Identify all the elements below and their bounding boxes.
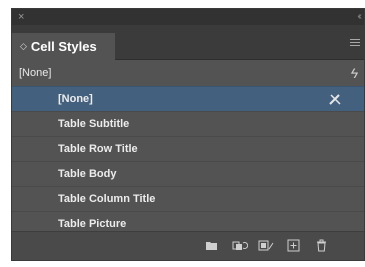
close-icon[interactable]: × (18, 10, 24, 24)
tab-label: Cell Styles (30, 39, 97, 54)
cell-styles-panel: × ‹‹ ◇ Cell Styles [None] ϟ [None] Table… (11, 8, 365, 261)
up-down-arrows-icon: ◇ (20, 41, 27, 51)
new-style-icon[interactable] (287, 239, 300, 252)
trash-icon[interactable] (315, 239, 328, 252)
panel-titlebar: × ‹‹ (12, 9, 364, 25)
style-label: [None] (58, 93, 93, 105)
load-styles-icon[interactable] (232, 239, 248, 252)
lightning-icon[interactable]: ϟ (351, 65, 358, 81)
style-label: Table Subtitle (58, 118, 130, 130)
collapse-icon[interactable]: ‹‹ (357, 10, 361, 24)
folder-icon[interactable] (205, 239, 218, 252)
style-row-table-subtitle[interactable]: Table Subtitle (12, 111, 364, 136)
style-row-table-column-title[interactable]: Table Column Title (12, 186, 364, 211)
style-row-none[interactable]: [None] (12, 86, 364, 111)
style-label: Table Row Title (58, 143, 138, 155)
style-list: [None] Table Subtitle Table Row Title Ta… (12, 86, 364, 236)
style-row-table-row-title[interactable]: Table Row Title (12, 136, 364, 161)
pen-crossed-icon (329, 94, 341, 105)
style-row-table-body[interactable]: Table Body (12, 161, 364, 186)
panel-footer (12, 231, 364, 260)
style-label: Table Picture (58, 218, 127, 230)
tab-row: ◇ Cell Styles (12, 25, 364, 60)
default-style-row[interactable]: [None] ϟ (12, 60, 364, 86)
clear-overrides-icon[interactable] (258, 239, 274, 252)
default-style-label: [None] (19, 67, 52, 79)
style-label: Table Column Title (58, 193, 156, 205)
panel-menu-icon[interactable] (350, 39, 360, 47)
tab-cell-styles[interactable]: ◇ Cell Styles (12, 33, 115, 60)
style-label: Table Body (58, 168, 117, 180)
